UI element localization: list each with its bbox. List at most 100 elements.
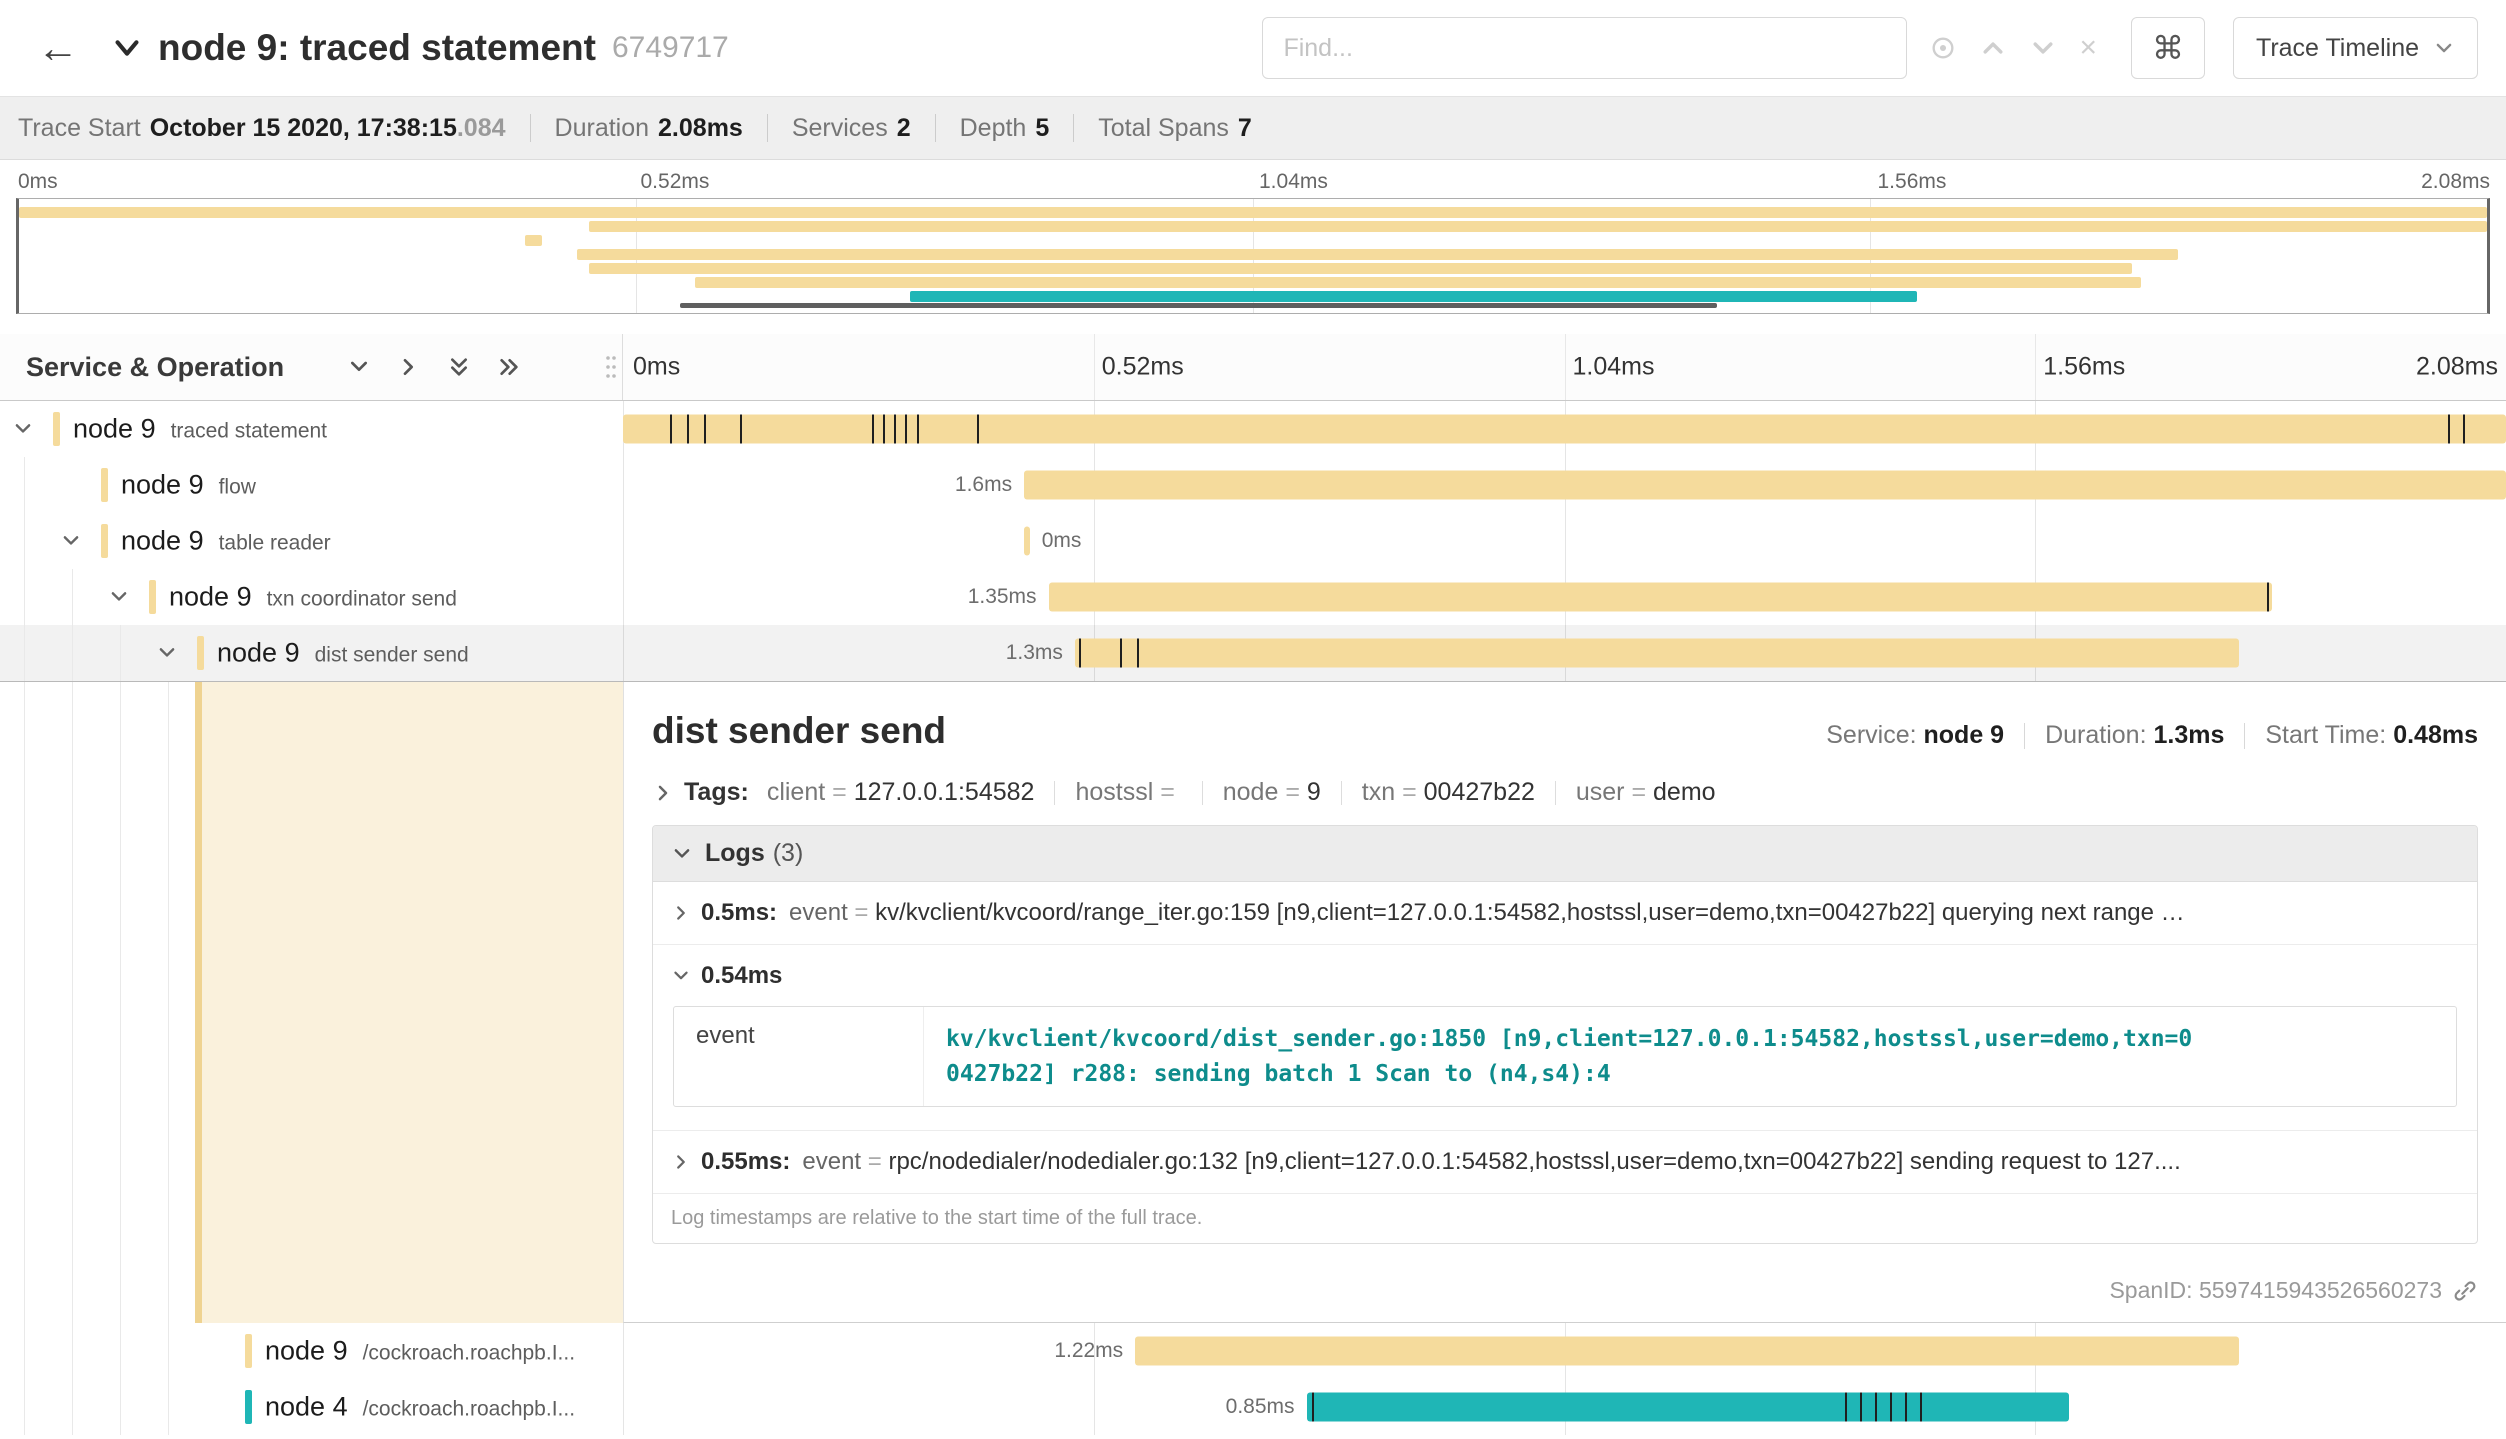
trace-view-selector[interactable]: Trace Timeline (2233, 17, 2478, 79)
span-bar-cell[interactable]: 1.22ms (623, 1323, 2506, 1379)
find-input[interactable] (1262, 17, 1907, 79)
span-duration-bar[interactable] (1135, 1337, 2238, 1366)
logs-header[interactable]: Logs (3) (653, 826, 2477, 882)
span-bar-cell[interactable] (623, 401, 2506, 457)
service-operation-title: Service & Operation (26, 352, 284, 383)
span-row[interactable]: node 9flow1.6ms (0, 457, 2506, 513)
span-duration-bar[interactable] (1024, 527, 1030, 556)
collapse-header-chevron-icon[interactable] (110, 31, 144, 65)
log-entry[interactable]: 0.55ms:event = rpc/nodedialer/nodedialer… (653, 1131, 2477, 1194)
log-collapse-chevron-icon[interactable] (671, 966, 691, 986)
service-name: node 9 (217, 638, 300, 668)
minimap-tick-label: 1.56ms (1878, 170, 1947, 194)
span-expander-chevron-icon[interactable] (156, 642, 178, 664)
span-color-bar (197, 636, 204, 670)
tags-row[interactable]: Tags: client = 127.0.0.1:54582hostssl = … (652, 778, 2478, 807)
span-bar-cell[interactable]: 0.85ms (623, 1379, 2506, 1435)
info-value: 7 (1238, 114, 1252, 142)
span-bar-cell[interactable]: 0ms (623, 513, 2506, 569)
span-row[interactable]: node 9table reader0ms (0, 513, 2506, 569)
span-name-cell[interactable]: node 4/cockroach.roachpb.I... (0, 1379, 623, 1435)
span-expander-chevron-icon[interactable] (12, 418, 34, 440)
span-row[interactable]: node 4/cockroach.roachpb.I...0.85ms (0, 1379, 2506, 1435)
span-bar-cell[interactable]: 1.6ms (623, 457, 2506, 513)
service-name: node 9 (169, 582, 252, 612)
operation-name: /cockroach.roachpb.I... (363, 1398, 575, 1421)
log-expanded-header[interactable]: 0.54ms (671, 962, 2459, 990)
service-name: node 9 (73, 414, 156, 444)
log-summary-line[interactable]: 0.55ms:event = rpc/nodedialer/nodedialer… (671, 1148, 2459, 1176)
log-summary: event = rpc/nodedialer/nodedialer.go:132… (802, 1148, 2459, 1176)
span-expander-chevron-icon[interactable] (60, 530, 82, 552)
span-operation-title: dist sender send (652, 710, 946, 752)
tags-expander-chevron-icon[interactable] (652, 782, 674, 804)
span-name-text: node 9/cockroach.roachpb.I... (265, 1336, 615, 1367)
span-bar-cell[interactable]: 1.35ms (623, 569, 2506, 625)
info-value-suffix: .084 (457, 114, 506, 142)
span-bar-cell[interactable]: 1.3ms (623, 625, 2506, 681)
span-duration-bar[interactable] (1307, 1393, 2070, 1422)
find-clear-icon[interactable]: × (2079, 33, 2097, 63)
span-duration-bar[interactable] (1049, 583, 2273, 612)
log-entry[interactable]: 0.5ms: event = kv/kvclient/kvcoord/range_… (653, 882, 2477, 945)
span-name-cell[interactable]: node 9table reader (0, 513, 623, 569)
log-tick-mark (1875, 1393, 1877, 1422)
span-row[interactable]: node 9dist sender send1.3ms (0, 625, 2506, 681)
trace-minimap: 0ms0.52ms1.04ms1.56ms2.08ms (0, 160, 2506, 314)
find-focus-icon[interactable] (1929, 34, 1957, 62)
collapse-all-icon[interactable] (484, 355, 534, 379)
info-value: 2.08ms (658, 114, 743, 142)
log-expander-chevron-icon[interactable] (671, 903, 691, 923)
tag-item: client = 127.0.0.1:54582 (767, 778, 1035, 806)
log-field-value: kv/kvclient/kvcoord/dist_sender.go:1850 … (924, 1007, 2224, 1106)
indent-guide (168, 1379, 169, 1435)
minimap-span-bar (19, 207, 2487, 218)
pane-resize-grip[interactable] (604, 353, 618, 381)
log-entry[interactable]: 0.54mseventkv/kvclient/kvcoord/dist_send… (653, 945, 2477, 1131)
span-row[interactable]: node 9txn coordinator send1.35ms (0, 569, 2506, 625)
tag-item: hostssl = (1075, 778, 1181, 806)
minimap-span-bar (589, 221, 2487, 232)
span-name-cell[interactable]: node 9flow (0, 457, 623, 513)
expand-all-icon[interactable] (434, 355, 484, 379)
logs-label: Logs (705, 839, 765, 868)
keyboard-shortcuts-button[interactable]: ⌘ (2131, 17, 2205, 79)
minimap-tick-label: 0ms (18, 170, 58, 194)
minimap-canvas[interactable] (16, 198, 2490, 314)
log-summary: event = kv/kvclient/kvcoord/range_iter.g… (789, 899, 2459, 927)
tag-key: hostssl (1075, 778, 1153, 806)
log-summary-line[interactable]: 0.5ms: event = kv/kvclient/kvcoord/range_… (671, 899, 2459, 927)
span-row[interactable]: node 9/cockroach.roachpb.I... 1.22ms (0, 1323, 2506, 1379)
indent-guide (120, 1323, 121, 1379)
back-button[interactable]: ← (28, 24, 88, 72)
indent-guide (72, 1323, 73, 1379)
find-next-icon[interactable] (2029, 34, 2057, 62)
collapse-one-chevron-icon[interactable] (384, 355, 434, 379)
tag-item: user = demo (1576, 778, 1716, 806)
span-expander-chevron-icon[interactable] (108, 586, 130, 608)
log-tick-mark (977, 415, 979, 444)
span-row[interactable]: node 9traced statement (0, 401, 2506, 457)
expand-one-chevron-icon[interactable] (334, 355, 384, 379)
span-name-cell[interactable]: node 9dist sender send (0, 625, 623, 681)
span-duration-bar[interactable] (1024, 471, 2506, 500)
log-tick-mark (1845, 1393, 1847, 1422)
span-color-bar (53, 412, 60, 446)
span-duration-bar[interactable] (1075, 639, 2239, 668)
log-expander-chevron-icon[interactable] (671, 1152, 691, 1172)
copy-link-icon[interactable] (2452, 1278, 2478, 1304)
span-name-cell[interactable]: node 9traced statement (0, 401, 623, 457)
tag-separator (1202, 781, 1203, 805)
span-detail-panel: dist sender send Service: node 9 Duratio… (623, 682, 2506, 1323)
span-name-text: node 9traced statement (73, 414, 615, 445)
tag-separator (1054, 781, 1055, 805)
log-timestamp: 0.5ms: (701, 899, 777, 927)
find-prev-icon[interactable] (1979, 34, 2007, 62)
span-name-cell[interactable]: node 9txn coordinator send (0, 569, 623, 625)
span-color-bar (245, 1334, 252, 1368)
span-name-cell[interactable]: node 9/cockroach.roachpb.I... (0, 1323, 623, 1379)
logs-collapse-chevron-icon[interactable] (671, 843, 693, 865)
info-label: Depth (960, 114, 1027, 142)
info-value: 5 (1035, 114, 1049, 142)
find-group: × (1262, 17, 2097, 79)
